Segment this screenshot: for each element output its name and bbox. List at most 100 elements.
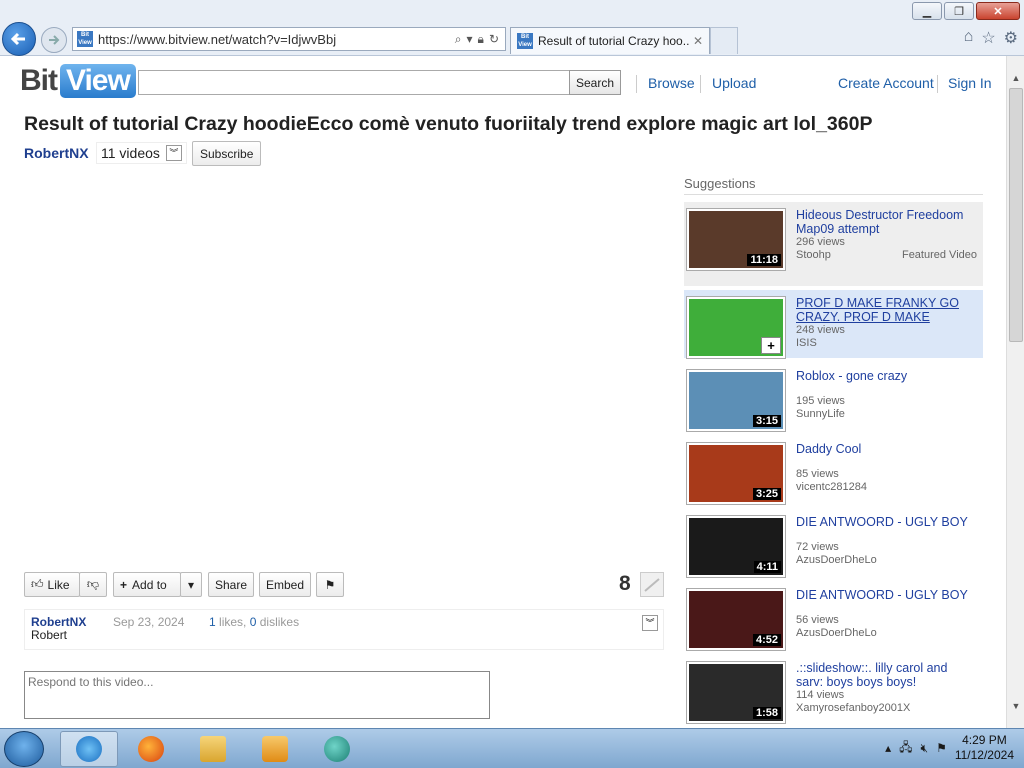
statistics-button[interactable]	[640, 572, 664, 597]
suggestion-uploader-link[interactable]: AzusDoerDheLo	[796, 627, 877, 639]
back-arrow-icon	[10, 32, 25, 46]
suggestion-uploader-link[interactable]: ISIS	[796, 337, 817, 349]
suggestion-title-link[interactable]: DIE ANTWOORD - UGLY BOY	[796, 515, 976, 529]
suggestion-item[interactable]: 3:15 Roblox - gone crazy 195 views SunnyLif…	[684, 363, 983, 432]
likes-word: likes,	[219, 615, 247, 629]
suggestion-title-link[interactable]: .::slideshow::. lilly carol and sarv: bo…	[796, 661, 976, 689]
suggestion-uploader-link[interactable]: Stoohp	[796, 249, 831, 261]
network-icon[interactable]: 🖧︎	[899, 738, 912, 759]
suggestion-thumbnail[interactable]: 11:18	[686, 208, 786, 271]
suggestion-item[interactable]: 3:25 Daddy Cool 85 views vicentc281284	[684, 436, 983, 505]
add-to-queue-icon[interactable]: +	[761, 337, 781, 354]
taskbar-media-player-button[interactable]	[246, 731, 304, 767]
uploader-link[interactable]: RobertNX	[24, 145, 89, 161]
embed-button[interactable]: Embed	[259, 572, 312, 597]
suggestion-views: 195 views	[796, 395, 845, 407]
taskbar-ie-button[interactable]	[60, 731, 118, 767]
video-info-box: RobertNX Sep 23, 2024 1 likes, 0 dislike…	[24, 609, 664, 650]
url-text[interactable]: https://www.bitview.net/watch?v=IdjwvBbj	[98, 32, 455, 47]
address-bar[interactable]: Bit View https://www.bitview.net/watch?v=…	[72, 27, 506, 51]
scroll-down-icon[interactable]: ▼	[1007, 698, 1024, 714]
sign-in-link[interactable]: Sign In	[948, 75, 992, 91]
subscribe-button[interactable]: Subscribe	[192, 141, 262, 166]
forward-button[interactable]	[41, 27, 67, 53]
search-icon[interactable]: ⌕	[455, 32, 462, 47]
like-button[interactable]: 👍︎ Like	[24, 572, 80, 597]
suggestion-thumbnail[interactable]: 3:15	[686, 369, 786, 432]
duration-badge: 3:15	[752, 415, 781, 427]
action-center-flag-icon[interactable]: ⚑	[936, 741, 947, 755]
scroll-up-icon[interactable]: ▲	[1007, 70, 1024, 86]
firefox-icon	[138, 736, 164, 762]
suggestion-title-link[interactable]: Roblox - gone crazy	[796, 369, 976, 383]
vertical-scrollbar[interactable]: ▲ ▼	[1006, 56, 1024, 728]
suggestion-thumbnail[interactable]: 4:52	[686, 588, 786, 651]
back-button[interactable]	[2, 22, 36, 56]
suggestion-thumbnail[interactable]: 3:25	[686, 442, 786, 505]
suggestion-item[interactable]: + PROF D MAKE FRANKY GO CRAZY. PROF D MAK…	[684, 290, 983, 359]
add-to-dropdown-button[interactable]: ▾	[180, 572, 202, 597]
bitview-logo[interactable]: Bit View	[20, 64, 136, 98]
favorites-star-icon[interactable]: ☆	[981, 28, 995, 48]
refresh-icon[interactable]: ↻	[489, 32, 499, 47]
duration-badge: 3:25	[752, 488, 781, 500]
like-label: Like	[47, 577, 70, 592]
maximize-button[interactable]: ❐	[944, 2, 974, 20]
suggestion-thumbnail[interactable]: 4:11	[686, 515, 786, 578]
suggestion-item[interactable]: 11:18 Hideous Destructor Freedoom Map09 a…	[684, 202, 983, 286]
settings-gear-icon[interactable]: ⚙	[1004, 28, 1018, 48]
browse-link[interactable]: Browse	[648, 75, 695, 91]
home-icon[interactable]: ⌂	[964, 28, 974, 48]
suggestion-title-link[interactable]: PROF D MAKE FRANKY GO CRAZY. PROF D MAKE	[796, 296, 976, 324]
suggestion-uploader-link[interactable]: SunnyLife	[796, 408, 845, 420]
info-uploader-link[interactable]: RobertNX	[31, 615, 86, 629]
window-controls: ▁ ❐ ✕	[912, 2, 1020, 20]
system-tray: ▴ 🖧︎ 🔇︎ ⚑ 4:29 PM 11/12/2024	[885, 733, 1014, 763]
suggestion-title-link[interactable]: Hideous Destructor Freedoom Map09 attemp…	[796, 208, 976, 236]
add-to-button[interactable]: + Add to	[113, 572, 181, 597]
browser-tab[interactable]: Bit View Result of tutorial Crazy hoo... …	[510, 27, 710, 54]
videos-count-dropdown[interactable]: 11 videos ︾	[96, 142, 187, 164]
volume-muted-icon[interactable]: 🔇︎	[921, 741, 929, 756]
internet-explorer-icon	[76, 736, 102, 762]
suggestion-item[interactable]: 4:52 DIE ANTWOORD - UGLY BOY 56 views AzusD…	[684, 582, 983, 651]
lock-icon[interactable]: 🔒︎	[478, 32, 484, 47]
minimize-button[interactable]: ▁	[912, 2, 942, 20]
scrollbar-thumb[interactable]	[1009, 88, 1023, 342]
suggestion-uploader-link[interactable]: Xamyrosefanboy2001X	[796, 702, 910, 714]
close-window-button[interactable]: ✕	[976, 2, 1020, 20]
site-search-input[interactable]	[138, 70, 570, 95]
start-button[interactable]	[4, 731, 44, 767]
flag-button[interactable]: ⚑	[316, 572, 344, 597]
share-button[interactable]: Share	[208, 572, 255, 597]
suggestion-uploader-link[interactable]: AzusDoerDheLo	[796, 554, 877, 566]
suggestion-title-link[interactable]: Daddy Cool	[796, 442, 976, 456]
suggestion-item[interactable]: 1:58 .::slideshow::. lilly carol and sarv…	[684, 655, 983, 724]
comment-textarea[interactable]	[24, 671, 490, 719]
taskbar-firefox-button[interactable]	[122, 731, 180, 767]
suggestion-thumbnail[interactable]: +	[686, 296, 786, 359]
clock-time: 4:29 PM	[962, 733, 1007, 747]
dislike-button[interactable]: 👎︎	[79, 572, 107, 597]
suggestion-title-link[interactable]: DIE ANTWOORD - UGLY BOY	[796, 588, 976, 602]
show-hidden-icons-icon[interactable]: ▴	[885, 741, 891, 755]
thumbnail-image: 4:11	[689, 518, 783, 575]
dislikes-number: 0	[249, 615, 257, 629]
dropdown-icon[interactable]: ▾	[467, 32, 473, 47]
upload-link[interactable]: Upload	[712, 75, 756, 91]
suggestion-thumbnail[interactable]: 1:58	[686, 661, 786, 724]
taskbar-explorer-button[interactable]	[184, 731, 242, 767]
tab-close-icon[interactable]: ✕	[693, 34, 703, 48]
suggestion-views: 56 views	[796, 614, 839, 626]
browser-chrome: ▁ ❐ ✕ Bit View https://www.bitview.net/wa…	[0, 0, 1024, 56]
add-to-label: Add to	[132, 577, 167, 592]
expand-chevron-icon[interactable]: ︾	[642, 615, 658, 631]
suggestion-item[interactable]: 4:11 DIE ANTWOORD - UGLY BOY 72 views AzusD…	[684, 509, 983, 578]
system-clock[interactable]: 4:29 PM 11/12/2024	[955, 733, 1014, 763]
new-tab-button[interactable]	[710, 27, 738, 54]
suggestion-uploader-link[interactable]: vicentc281284	[796, 481, 867, 493]
search-button[interactable]: Search	[569, 70, 621, 95]
create-account-link[interactable]: Create Account	[838, 75, 934, 91]
taskbar-app-button[interactable]	[308, 731, 366, 767]
suggestion-views: 114 views	[796, 689, 845, 701]
